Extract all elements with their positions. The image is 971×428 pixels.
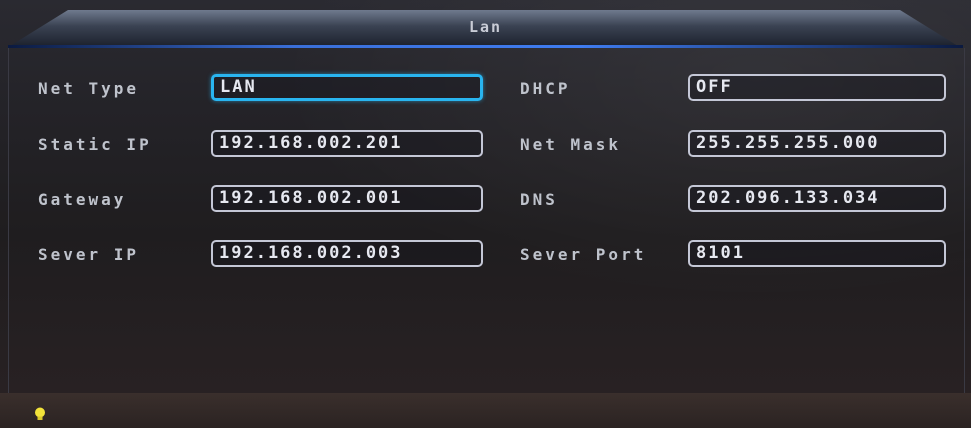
static-ip-label: Static IP — [38, 135, 152, 154]
net-mask-field[interactable]: 255.255.255.000 — [688, 130, 946, 157]
dhcp-label: DHCP — [520, 79, 571, 98]
static-ip-field[interactable]: 192.168.002.201 — [211, 130, 483, 157]
sever-ip-field[interactable]: 192.168.002.003 — [211, 240, 483, 267]
net-type-label: Net Type — [38, 79, 140, 98]
sever-ip-label: Sever IP — [38, 245, 140, 264]
gateway-field[interactable]: 192.168.002.001 — [211, 185, 483, 212]
gateway-label: Gateway — [38, 190, 127, 209]
dhcp-field[interactable]: OFF — [688, 74, 946, 101]
dns-label: DNS — [520, 190, 558, 209]
dns-field[interactable]: 202.096.133.034 — [688, 185, 946, 212]
lightbulb-icon — [35, 407, 45, 420]
sever-port-field[interactable]: 8101 — [688, 240, 946, 267]
net-mask-label: Net Mask — [520, 135, 622, 154]
window-title: Lan — [468, 18, 503, 36]
net-type-field[interactable]: LAN — [211, 74, 483, 101]
sever-port-label: Sever Port — [520, 245, 647, 264]
status-bar — [0, 393, 971, 428]
lan-settings-screen: Lan Net Type LAN DHCP OFF Static IP 192.… — [0, 0, 971, 428]
